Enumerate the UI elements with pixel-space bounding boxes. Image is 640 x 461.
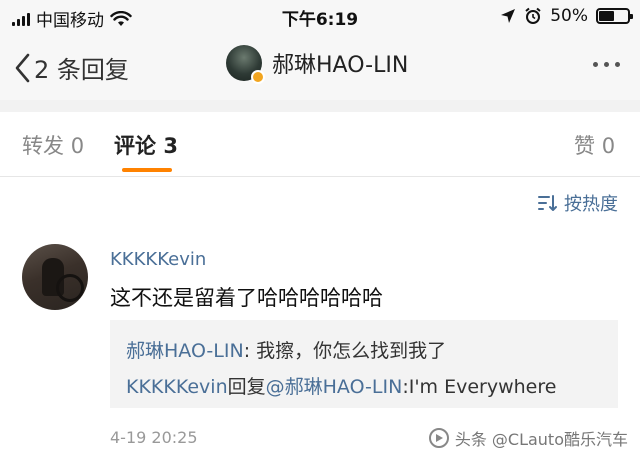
tab-repost[interactable]: 转发 0: [22, 130, 84, 160]
comment-text: 这不还是留着了哈哈哈哈哈哈: [110, 286, 383, 310]
location-arrow-icon: [501, 9, 516, 23]
reply-text: :I'm Everywhere: [402, 376, 557, 398]
chevron-left-icon: [15, 53, 30, 82]
battery-percent: 50%: [550, 6, 588, 26]
more-dot-icon: [615, 62, 620, 67]
avatar[interactable]: [226, 45, 265, 84]
back-button-label: 2 条回复: [34, 56, 129, 84]
reply-item: 郝琳HAO-LIN: 我擦，你怎么找到我了: [126, 336, 446, 363]
divider: [0, 176, 640, 177]
watermark: 头条 @CLauto酷乐汽车: [428, 426, 628, 450]
tab-likes[interactable]: 赞 0: [574, 130, 615, 160]
sort-by-hot-button[interactable]: 按热度: [538, 190, 618, 216]
tab-label: 评论: [114, 134, 156, 158]
back-button[interactable]: 2 条回复: [14, 50, 129, 85]
status-right: 50%: [500, 6, 633, 26]
more-options-button[interactable]: [593, 62, 620, 67]
avatar-motorcycle-shape: [56, 274, 84, 302]
tab-count: 3: [163, 134, 178, 158]
nav-user[interactable]: 郝琳HAO-LIN: [226, 45, 408, 84]
reply-thread[interactable]: 郝琳HAO-LIN: 我擦，你怎么找到我了 KKKKKevin回复@郝琳HAO-…: [110, 320, 618, 408]
reply-text: : 我擦，你怎么找到我了: [243, 340, 447, 362]
tab-count: 0: [601, 134, 616, 158]
comment-author[interactable]: KKKKKevin: [110, 249, 206, 270]
reply-mention[interactable]: @郝琳HAO-LIN: [266, 376, 403, 398]
tab-label: 转发: [22, 134, 64, 158]
reply-item: KKKKKevin回复@郝琳HAO-LIN:I'm Everywhere: [126, 372, 556, 399]
nav-bar: 2 条回复 郝琳HAO-LIN: [0, 34, 640, 100]
reply-author[interactable]: KKKKKevin: [126, 376, 228, 398]
tab-count: 0: [70, 134, 85, 158]
status-bar: 中国移动 下午6:19 50%: [0, 0, 640, 34]
battery-icon: [596, 8, 633, 24]
reply-author[interactable]: 郝琳HAO-LIN: [126, 340, 244, 362]
toutiao-logo-icon: [428, 428, 449, 448]
watermark-text: 头条 @CLauto酷乐汽车: [454, 430, 628, 449]
sort-icon: [538, 195, 557, 211]
active-tab-indicator: [122, 168, 172, 172]
tab-label: 赞: [574, 134, 595, 158]
section-gap: [0, 100, 640, 112]
verified-badge-icon: [251, 70, 265, 84]
commenter-avatar[interactable]: [22, 244, 88, 310]
nav-user-name[interactable]: 郝琳HAO-LIN: [272, 47, 408, 79]
tab-comments[interactable]: 评论 3: [114, 130, 178, 160]
more-dot-icon: [604, 62, 609, 67]
battery-level-fill: [599, 11, 614, 21]
comment-timestamp: 4-19 20:25: [110, 428, 198, 447]
more-dot-icon: [593, 62, 598, 67]
sort-label: 按热度: [564, 194, 618, 215]
reply-verb: 回复: [227, 376, 266, 398]
alarm-clock-icon: [525, 7, 541, 24]
